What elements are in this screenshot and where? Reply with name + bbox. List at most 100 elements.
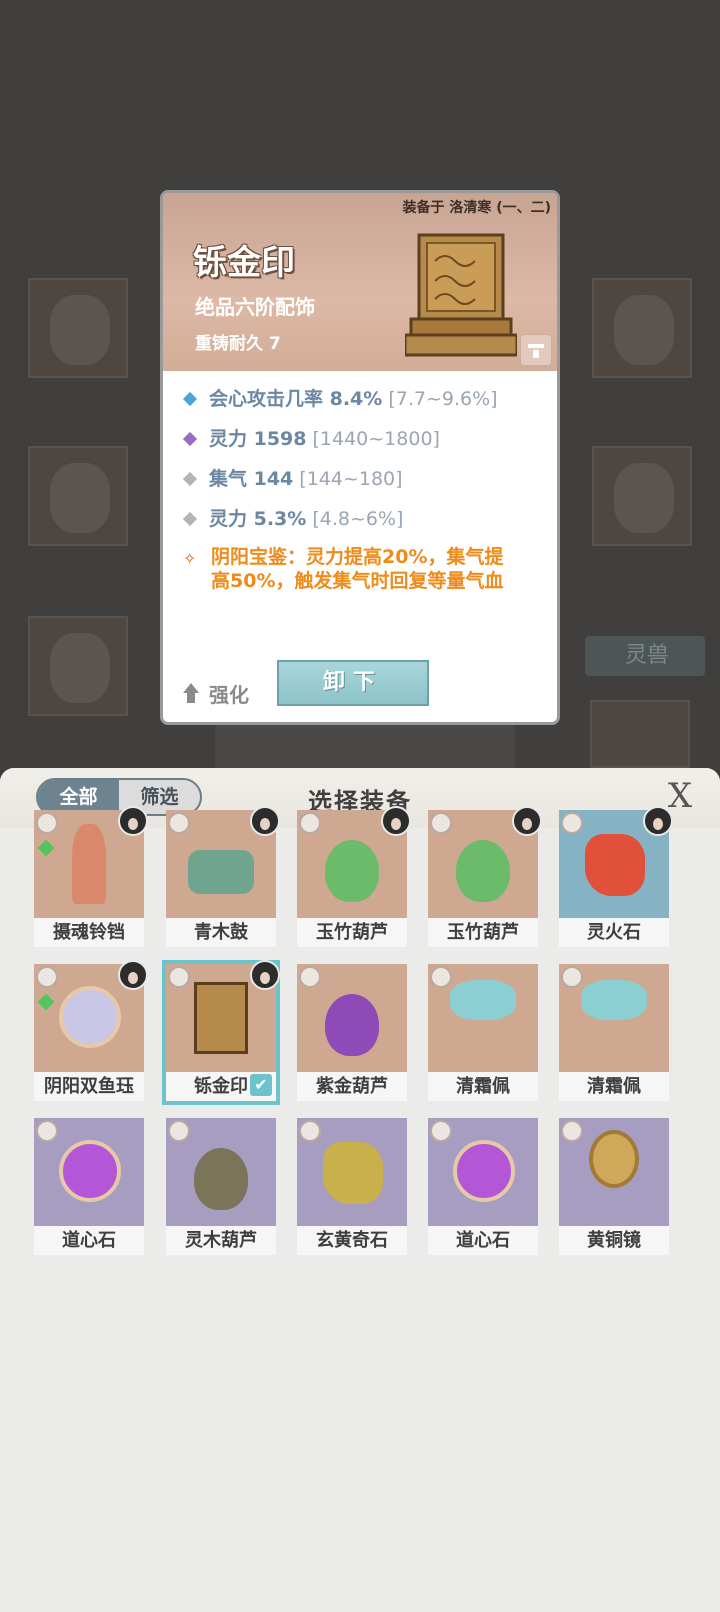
equipment-card[interactable]: 玄黄奇石 <box>297 1118 407 1255</box>
equipment-card[interactable]: 铄金印 ✔ <box>162 960 280 1105</box>
equipment-type-icon <box>561 812 583 834</box>
seal-item-image <box>405 233 517 357</box>
equipment-card[interactable]: 黄铜镜 <box>559 1118 669 1255</box>
equipment-card[interactable]: 阴阳双鱼珏 <box>34 960 148 1101</box>
equipment-card[interactable]: 道心石 <box>34 1118 144 1255</box>
equipment-type-icon <box>430 1120 452 1142</box>
equipment-name: 玉竹葫芦 <box>428 918 538 947</box>
equipment-type-icon <box>299 812 321 834</box>
stat-row: 集气 144 [144~180] <box>181 459 551 499</box>
equipment-card[interactable]: 灵木葫芦 <box>166 1118 276 1255</box>
equipment-name: 道心石 <box>428 1226 538 1255</box>
stone-icon <box>323 1142 383 1204</box>
bg-equip-slot <box>590 700 690 768</box>
equipment-image <box>34 1118 144 1226</box>
skill-text-line: 高50%，触发集气时回复等量气血 <box>211 570 504 592</box>
equipment-name: 清霜佩 <box>559 1072 669 1101</box>
bg-equip-slot <box>28 616 128 716</box>
stat-range: [4.8~6%] <box>312 508 404 530</box>
diamond-icon <box>182 431 198 447</box>
stat-row: 灵力 1598 [1440~1800] <box>181 419 551 459</box>
equipment-type-icon <box>168 1120 190 1142</box>
orb-icon <box>453 1140 515 1202</box>
equipment-type-icon <box>168 966 190 988</box>
enhance-button[interactable]: 强化 <box>181 679 249 708</box>
equipment-type-icon <box>561 1120 583 1142</box>
equipment-type-icon <box>299 966 321 988</box>
up-arrow-icon <box>181 682 201 705</box>
equipment-select-panel: 全部 筛选 选择装备 X 摄魂铃铛 青木鼓 玉竹葫芦 玉竹葫芦 灵火石 阴阳双鱼珏 铄金印 ✔… <box>0 768 720 1612</box>
equipment-image <box>297 1118 407 1226</box>
equipment-card[interactable]: 清霜佩 <box>428 964 538 1101</box>
enhance-label: 强化 <box>209 683 249 707</box>
stat-range: [1440~1800] <box>312 428 440 450</box>
equipment-card[interactable]: 玉竹葫芦 <box>428 806 542 947</box>
bg-equip-slot <box>592 278 692 378</box>
equipped-by-label: 装备于 洛清寒 (一、二) <box>402 200 551 216</box>
stat-value: 集气 144 <box>209 468 294 490</box>
equipment-image <box>297 964 407 1072</box>
bg-equip-slot <box>28 278 128 378</box>
equipment-name: 灵木葫芦 <box>166 1226 276 1255</box>
equipment-name: 紫金葫芦 <box>297 1072 407 1101</box>
orb-icon <box>59 1140 121 1202</box>
orb-icon <box>59 986 121 1048</box>
equipment-image <box>428 1118 538 1226</box>
equipment-name: 玄黄奇石 <box>297 1226 407 1255</box>
item-name: 铄金印 <box>193 243 295 283</box>
drum-icon <box>188 850 254 894</box>
equipment-name: 灵火石 <box>559 918 669 947</box>
equipment-card[interactable]: 青木鼓 <box>166 806 280 947</box>
stat-value: 会心攻击几率 8.4% <box>209 388 383 410</box>
diamond-icon <box>182 391 198 407</box>
equipment-card[interactable]: 清霜佩 <box>559 964 669 1101</box>
equipment-card[interactable]: 灵火石 <box>559 806 673 947</box>
equipment-name: 阴阳双鱼珏 <box>34 1072 144 1101</box>
equipment-card[interactable]: 道心石 <box>428 1118 538 1255</box>
equipment-image <box>166 1118 276 1226</box>
equipment-card[interactable]: 玉竹葫芦 <box>297 806 411 947</box>
equipment-card[interactable]: 紫金葫芦 <box>297 964 407 1101</box>
equipment-image <box>559 964 669 1072</box>
gourd-icon <box>325 840 379 902</box>
diamond-icon <box>182 511 198 527</box>
item-stats: 会心攻击几率 8.4% [7.7~9.6%] 灵力 1598 [1440~180… <box>181 379 551 593</box>
bell-icon <box>72 824 106 904</box>
equipment-type-icon <box>430 812 452 834</box>
pendant-icon <box>581 980 647 1020</box>
set-bonus-icon <box>37 993 55 1011</box>
equipment-name: 摄魂铃铛 <box>34 918 144 947</box>
owner-avatar <box>118 806 148 836</box>
equipment-type-icon <box>36 812 58 834</box>
equipment-image <box>428 964 538 1072</box>
equipment-image <box>559 1118 669 1226</box>
stat-range: [144~180] <box>299 468 403 490</box>
bg-equip-slot <box>28 446 128 546</box>
mirror-icon <box>589 1130 639 1188</box>
lock-icon[interactable] <box>520 334 552 366</box>
equipment-name: 清霜佩 <box>428 1072 538 1101</box>
unequip-button[interactable]: 卸下 <box>277 660 429 706</box>
check-icon: ✔ <box>250 1074 272 1096</box>
owner-avatar <box>381 806 411 836</box>
gourd-icon <box>194 1148 248 1210</box>
set-skill: ✧ 阴阳宝鉴：灵力提高20%，集气提 高50%，触发集气时回复等量气血 <box>181 545 551 593</box>
equipment-type-icon <box>299 1120 321 1142</box>
owner-avatar <box>250 960 280 990</box>
stat-row: 灵力 5.3% [4.8~6%] <box>181 499 551 539</box>
set-bonus-icon <box>37 839 55 857</box>
owner-avatar <box>643 806 673 836</box>
item-detail-popup: 装备于 洛清寒 (一、二) 铄金印 绝品六阶配饰 重铸耐久 7 会心攻击几率 8… <box>160 190 560 725</box>
gourd-icon <box>456 840 510 902</box>
stat-value: 灵力 5.3% <box>209 508 307 530</box>
stat-range: [7.7~9.6%] <box>388 388 498 410</box>
equipment-name: 青木鼓 <box>166 918 276 947</box>
stone-icon <box>585 834 645 896</box>
skill-icon: ✧ <box>183 549 197 568</box>
equipment-card[interactable]: 摄魂铃铛 <box>34 806 148 947</box>
equipment-type-icon <box>168 812 190 834</box>
owner-avatar <box>512 806 542 836</box>
owner-avatar <box>118 960 148 990</box>
equipment-type-icon <box>430 966 452 988</box>
skill-text-line: 阴阳宝鉴：灵力提高20%，集气提 <box>211 546 504 568</box>
